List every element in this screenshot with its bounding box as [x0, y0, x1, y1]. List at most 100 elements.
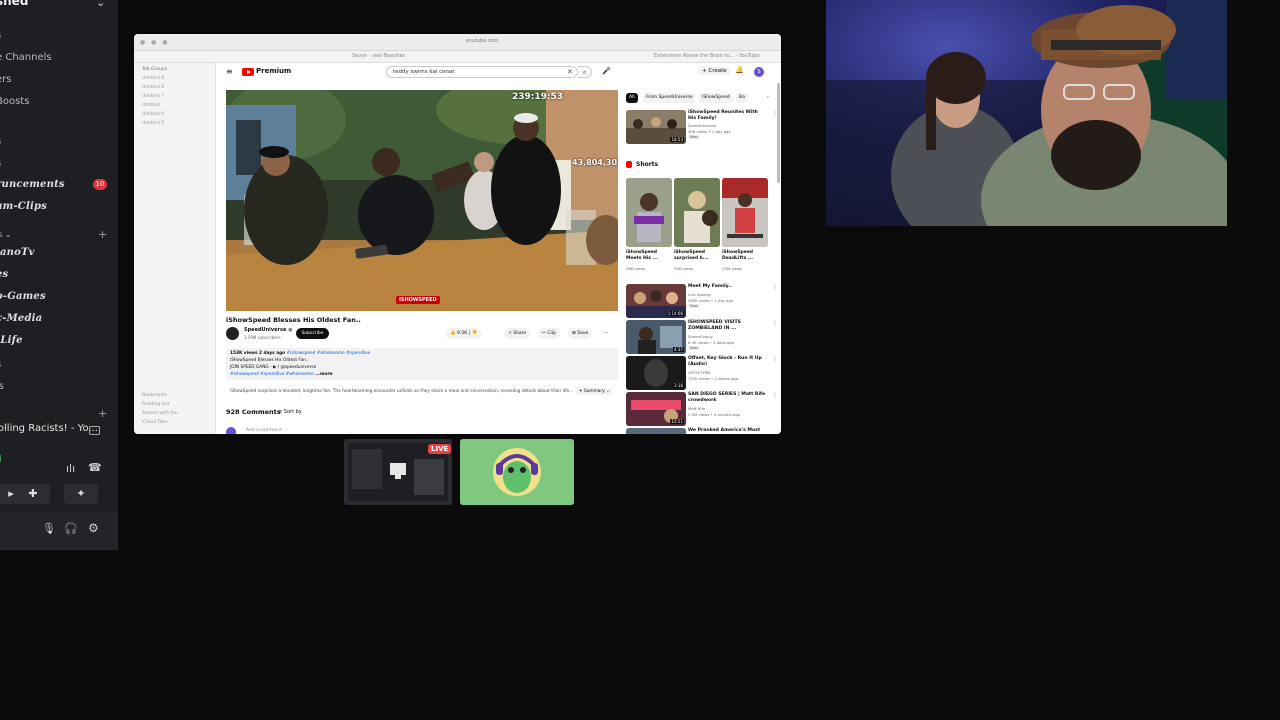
bell-icon[interactable]: 🔔 — [735, 66, 744, 74]
more-icon[interactable]: ⋯ — [600, 328, 613, 339]
tab-group-item[interactable]: Untitled 8 — [142, 85, 164, 90]
channel-announcements[interactable]: runcements — [0, 179, 65, 190]
chevron-down-icon[interactable]: ⌄ — [96, 0, 105, 9]
tab-group-item[interactable]: Untitled 5 — [142, 121, 164, 126]
more-icon[interactable]: ⋮ — [772, 320, 778, 327]
short-thumbnail[interactable] — [626, 178, 672, 247]
tab-item[interactable]: Extensions Above the Brain to... - YouTu… — [654, 53, 760, 59]
video-title[interactable]: We Pranked America's Most — [688, 428, 766, 434]
channel-life[interactable]: -Life — [0, 335, 23, 346]
add-channel-icon[interactable]: + — [98, 228, 107, 241]
sidebar-item-blank[interactable]: s — [0, 30, 1, 41]
summary-button[interactable]: ✦ Summary ⌄ — [576, 388, 613, 395]
now-playing-title[interactable]: rolling Racists! - Yo... — [0, 423, 98, 434]
sidebar-icloud-tabs[interactable]: iCloud Tabs — [142, 420, 168, 425]
server-name[interactable]: shed — [0, 0, 28, 8]
screen-share-tile[interactable]: LIVE — [344, 439, 452, 505]
subscribe-button[interactable]: Subscribe — [296, 328, 329, 339]
channel-name[interactable]: Matt Rife — [688, 406, 705, 411]
sidebar-bookmarks[interactable]: Bookmarks — [142, 393, 167, 398]
video-title[interactable]: Offset, Key Glock - Run It Up (Audio) — [688, 356, 766, 367]
save-button[interactable]: ⊞ Save — [568, 328, 593, 339]
youtube-logo-icon[interactable] — [242, 68, 254, 76]
short-thumbnail[interactable] — [722, 178, 768, 247]
video-title[interactable]: Meet My Family.. — [688, 284, 766, 290]
short-thumbnail[interactable] — [674, 178, 720, 247]
sidebar-reading-list[interactable]: Reading List — [142, 402, 170, 407]
clip-button[interactable]: ✂ Clip — [538, 328, 560, 339]
video-title[interactable]: SAN DIEGO SERIES | Matt Rife crowdwork — [688, 392, 766, 403]
window-controls[interactable]: ● ● ● — [140, 39, 170, 46]
short-title[interactable]: iShowSpeed Meets His ... — [626, 250, 672, 261]
more-link[interactable]: ...more — [315, 372, 332, 377]
channel-name[interactable]: SpeedUniverse ● — [244, 327, 292, 333]
tab-item[interactable]: Sevyn - real Beauties — [352, 53, 405, 59]
channel-media[interactable]: c-Media — [0, 313, 42, 324]
more-icon[interactable]: ⋮ — [772, 284, 778, 291]
tab-group-item[interactable]: Untitled — [142, 103, 160, 108]
more-icon[interactable]: ⋮ — [772, 356, 778, 363]
tab-group-item[interactable]: Untitled 7 — [142, 94, 164, 99]
sidebar-item-channels[interactable]: e Channels — [0, 52, 52, 63]
effects-button[interactable]: ✦ — [64, 484, 98, 504]
sidebar-item-members[interactable]: ers — [0, 74, 11, 85]
channel-name[interactable]: Live Speedy — [688, 292, 711, 297]
channel-games[interactable]: o-Games — [0, 291, 46, 302]
search-input[interactable]: teddy swims kai cenat ✕ — [386, 66, 578, 78]
microphone-icon[interactable]: 🎤 — [602, 67, 611, 75]
sort-button[interactable]: ≡ Sort by — [278, 409, 302, 415]
like-button[interactable]: 👍 9.5K | 👎 — [446, 328, 482, 339]
channel-name[interactable]: SpeedUniverse — [688, 123, 717, 128]
chevron-right-icon[interactable]: › — [764, 93, 772, 103]
video-title[interactable]: iShowSpeed Reunites With His Family! — [688, 110, 766, 121]
microphone-icon[interactable]: 🎙 — [42, 522, 56, 535]
more-icon[interactable]: ⋮ — [772, 392, 778, 399]
create-button[interactable]: + Create — [698, 67, 731, 75]
channel-name[interactable]: OFFSETYRN — [688, 370, 710, 375]
headphones-icon[interactable]: 🎧 — [64, 522, 78, 535]
comment-input[interactable]: Add a comment... — [246, 428, 286, 433]
short-title[interactable]: iShowSpeed surprised h... — [674, 250, 720, 261]
menu-icon[interactable]: ≡ — [226, 67, 233, 76]
recommended-video[interactable]: 18:53 iShowSpeed Reunites With His Famil… — [626, 110, 778, 144]
video-thumbnail[interactable]: 4:37 — [626, 320, 686, 354]
channel-name[interactable]: SpeedColony — [688, 334, 713, 339]
chip-all[interactable]: All — [626, 93, 638, 103]
youtube-brand[interactable]: Premium — [256, 67, 291, 75]
channel-lanotv[interactable]: lanoTv — [0, 247, 35, 258]
share-button[interactable]: ↗ Share — [504, 328, 531, 339]
avatar[interactable]: S — [754, 67, 764, 77]
add-channel-icon[interactable]: + — [98, 407, 107, 420]
sidebar-item-boosts[interactable]: Boosts — [0, 96, 29, 107]
chip-more[interactable]: Ba — [736, 93, 748, 103]
recommended-video[interactable]: 3:16 Offset, Key Glock - Run It Up (Audi… — [626, 356, 778, 390]
scrollbar[interactable] — [777, 83, 780, 183]
sidebar-shared[interactable]: Shared with You — [142, 411, 178, 416]
disconnect-icon[interactable]: ☎ — [88, 461, 102, 474]
recommended-video[interactable]: 4:37 ISHOWSPEED VISITS ZOMBIELAND IN ...… — [626, 320, 778, 354]
chip-ishowspeed[interactable]: IShowSpeed — [699, 93, 733, 103]
video-thumbnail[interactable]: 1:14:06 — [626, 284, 686, 318]
video-player[interactable]: 239:19:53 43,804,30 ISHOWSPEED — [226, 90, 618, 311]
search-icon[interactable]: ⌕ — [578, 66, 592, 78]
recommended-video[interactable]: 1:14:06 Meet My Family.. Live Speedy 400… — [626, 284, 778, 318]
participant-tile[interactable] — [460, 439, 574, 505]
address-bar[interactable]: youtube.com — [442, 38, 522, 47]
gear-icon[interactable]: ⚙ — [88, 521, 99, 535]
video-description[interactable]: 153K views 2 days ago #ishowspeed #whole… — [226, 348, 618, 380]
chip-from-channel[interactable]: From SpeedUniverse — [643, 93, 696, 103]
recommended-video[interactable]: 13:51 SAN DIEGO SERIES | Matt Rife crowd… — [626, 392, 778, 426]
video-thumbnail[interactable] — [626, 428, 686, 434]
screen-share-icon[interactable] — [89, 426, 100, 435]
category-voice[interactable]: ls ⌄ — [0, 230, 12, 239]
short-title[interactable]: iShowSpeed DeadLifts ... — [722, 250, 768, 261]
clear-icon[interactable]: ✕ — [567, 68, 573, 76]
tab-group-item[interactable]: Untitled 9 — [142, 76, 164, 81]
video-thumbnail[interactable]: 13:51 — [626, 392, 686, 426]
video-thumbnail[interactable]: 3:16 — [626, 356, 686, 390]
activities-button[interactable]: ✚ — [16, 484, 50, 504]
channel-es[interactable]: es — [0, 269, 8, 280]
channel-stream-clips[interactable]: am-Clips — [0, 201, 47, 212]
soundboard-icon[interactable]: ılı — [66, 462, 75, 475]
video-title[interactable]: ISHOWSPEED VISITS ZOMBIELAND IN ... — [688, 320, 766, 331]
